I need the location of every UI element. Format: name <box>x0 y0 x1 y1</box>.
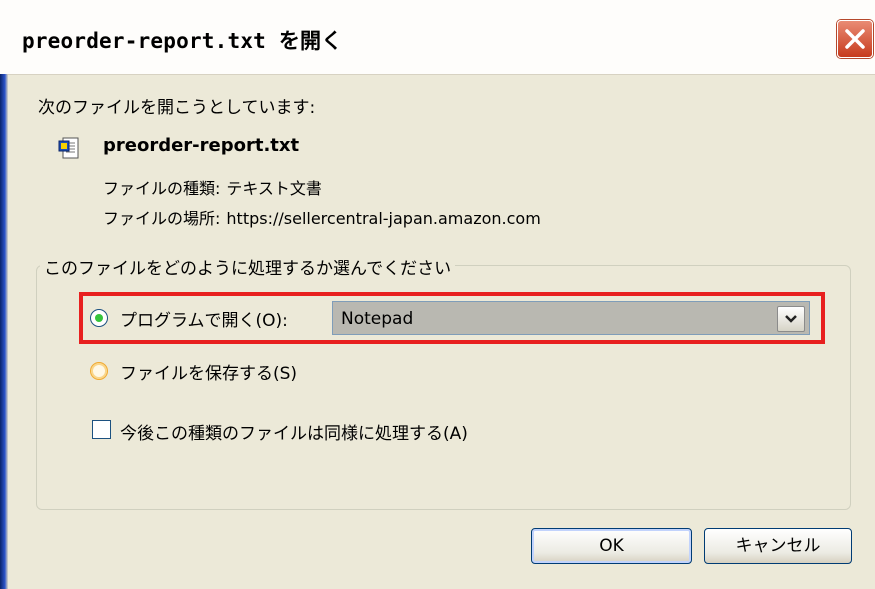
close-icon <box>845 29 865 49</box>
open-with-radio[interactable] <box>90 309 108 327</box>
file-name: preorder-report.txt <box>103 135 300 156</box>
file-type-value: テキスト文書 <box>226 179 322 198</box>
file-location-value: https://sellercentral-japan.amazon.com <box>226 209 541 228</box>
ok-button[interactable]: OK <box>531 528 692 564</box>
open-prompt-text: 次のファイルを開こうとしています: <box>38 98 316 118</box>
chevron-down-icon <box>785 315 797 323</box>
save-file-radio[interactable] <box>90 362 108 380</box>
window-left-border <box>0 74 8 589</box>
remember-choice-checkbox[interactable] <box>92 420 111 439</box>
file-type-row: ファイルの種類: テキスト文書 <box>103 175 322 199</box>
file-type-label: ファイルの種類: <box>103 179 221 198</box>
program-select-value: Notepad <box>341 309 414 329</box>
file-location-label: ファイルの場所: <box>103 209 221 228</box>
window-title: preorder-report.txt を開く <box>22 29 343 53</box>
open-with-label[interactable]: プログラムで開く(O): <box>120 306 288 331</box>
action-group-legend: このファイルをどのように処理するか選んでください <box>40 254 456 279</box>
save-file-label[interactable]: ファイルを保存する(S) <box>120 359 297 384</box>
remember-choice-label[interactable]: 今後この種類のファイルは同様に処理する(A) <box>120 419 468 444</box>
program-select[interactable]: Notepad <box>332 301 810 335</box>
text-file-icon <box>58 137 79 159</box>
title-bar[interactable]: preorder-report.txt を開く <box>0 0 875 75</box>
cancel-button[interactable]: キャンセル <box>704 528 852 564</box>
file-location-row: ファイルの場所: https://sellercentral-japan.amaz… <box>103 205 541 229</box>
close-button[interactable] <box>837 20 873 58</box>
program-select-dropdown-button[interactable] <box>777 306 805 332</box>
